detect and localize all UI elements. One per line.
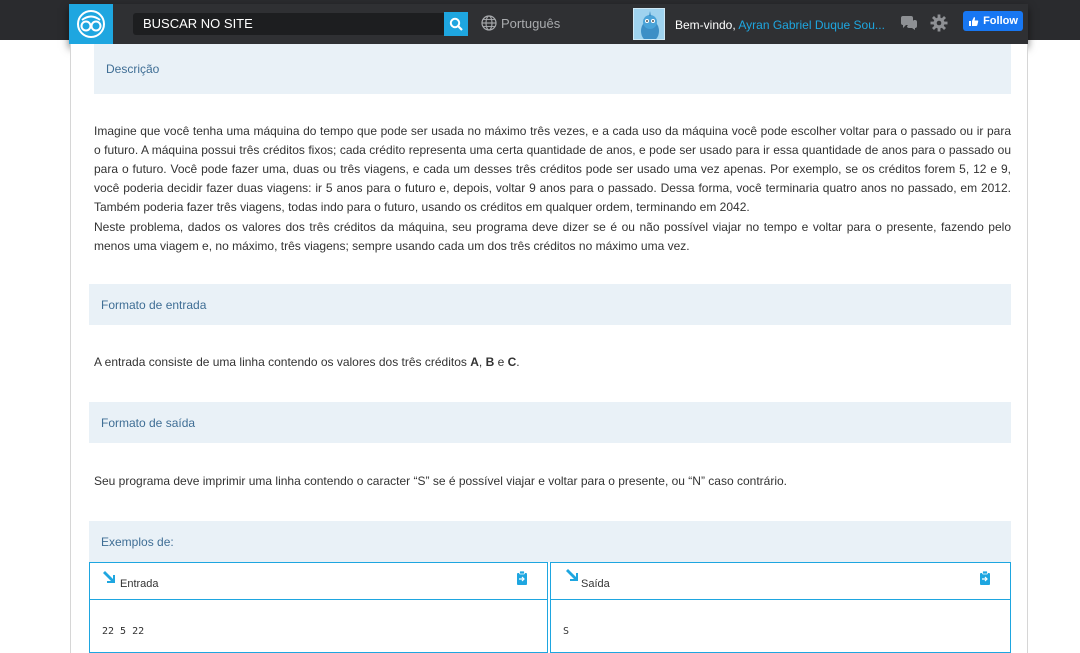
var-b: B bbox=[485, 355, 495, 369]
description-paragraph-2: Neste problema, dados os valores dos trê… bbox=[94, 220, 1011, 253]
chat-icon[interactable] bbox=[899, 15, 919, 38]
gear-icon[interactable] bbox=[930, 14, 948, 37]
thumbs-up-icon bbox=[969, 16, 979, 26]
input-format-text-prefix: A entrada consiste de uma linha contendo… bbox=[94, 355, 471, 369]
section-examples-title: Exemplos de: bbox=[89, 521, 1011, 562]
output-format-title: Formato de saída bbox=[101, 415, 196, 430]
section-output-format-title: Formato de saída bbox=[89, 402, 1011, 443]
user-name-link[interactable]: Ayran Gabriel Duque Sou... bbox=[738, 18, 885, 32]
top-navigation-bar: Português Bem-vindo, Ayran Gabriel Duque… bbox=[69, 4, 1028, 44]
globe-icon bbox=[481, 15, 497, 31]
copy-icon[interactable] bbox=[515, 570, 529, 586]
examples-title: Exemplos de: bbox=[101, 534, 174, 549]
search-button[interactable] bbox=[444, 12, 468, 36]
example-output-panel: Saída S bbox=[550, 562, 1011, 653]
var-a: A bbox=[470, 355, 479, 369]
welcome-text: Bem-vindo, Ayran Gabriel Duque Sou... bbox=[675, 18, 885, 32]
facebook-follow-button[interactable]: Follow bbox=[963, 11, 1023, 31]
language-selector[interactable]: Português bbox=[481, 15, 560, 31]
problem-content: Descrição Imagine que você tenha uma máq… bbox=[70, 44, 1028, 653]
example-input-value: 22 5 22 bbox=[102, 626, 145, 637]
example-output-header: Saída bbox=[551, 563, 1010, 600]
input-format-sep-1: , bbox=[478, 355, 486, 369]
section-description-title: Descrição bbox=[94, 44, 1011, 94]
follow-label: Follow bbox=[983, 15, 1018, 27]
var-c: C bbox=[507, 355, 517, 369]
input-format-title: Formato de entrada bbox=[101, 297, 207, 312]
welcome-prefix: Bem-vindo, bbox=[675, 18, 736, 32]
avatar[interactable] bbox=[633, 8, 665, 40]
input-format-text: A entrada consiste de uma linha contendo… bbox=[94, 353, 1011, 372]
language-label: Português bbox=[501, 15, 561, 31]
description-paragraph-1: Imagine que você tenha uma máquina do te… bbox=[94, 124, 1011, 214]
section-input-format-title: Formato de entrada bbox=[89, 284, 1011, 325]
example-input-panel: Entrada 22 5 22 bbox=[89, 562, 548, 653]
search-input[interactable] bbox=[133, 13, 445, 35]
input-format-text-suffix: . bbox=[516, 355, 520, 369]
example-input-label: Entrada bbox=[120, 578, 159, 590]
description-title: Descrição bbox=[106, 62, 160, 76]
output-arrow-icon bbox=[566, 569, 578, 581]
output-format-text: Seu programa deve imprimir uma linha con… bbox=[94, 474, 787, 488]
copy-icon[interactable] bbox=[978, 570, 992, 586]
logo-icon[interactable] bbox=[69, 4, 113, 44]
input-arrow-icon bbox=[103, 571, 115, 583]
search-icon bbox=[449, 17, 463, 31]
example-output-label: Saída bbox=[581, 578, 610, 590]
example-output-value: S bbox=[563, 626, 570, 637]
input-format-sep-2: e bbox=[494, 355, 508, 369]
example-input-header: Entrada bbox=[90, 563, 547, 600]
